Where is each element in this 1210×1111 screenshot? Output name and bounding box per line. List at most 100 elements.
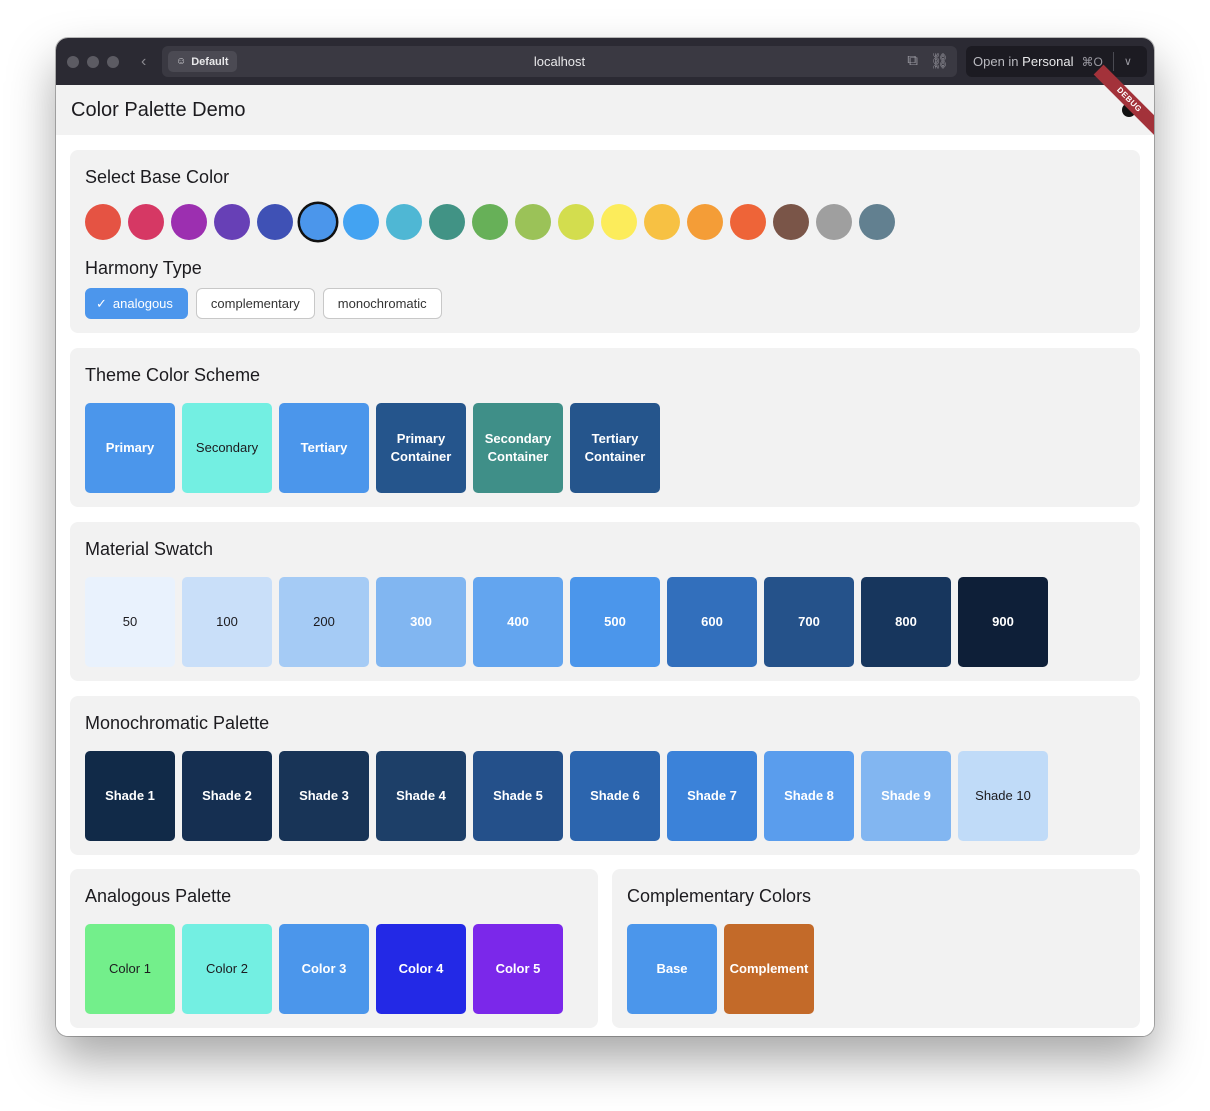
- color-tile-label: Color 1: [109, 961, 151, 976]
- analogous-tiles: Color 1 Color 2 Color 3 Color 4 Color 5: [85, 924, 563, 1014]
- material-swatch-card: Material Swatch 50 100 200 300 400 500 600 700 8…: [70, 522, 1140, 681]
- color-tile: 700: [764, 577, 854, 667]
- color-swatch-button[interactable]: [85, 204, 121, 240]
- color-tile-label: Shade 9: [881, 788, 931, 803]
- color-tile-label: 300: [410, 614, 432, 629]
- back-arrow-icon[interactable]: ‹: [141, 53, 155, 71]
- harmony-chip-complementary[interactable]: complementary: [195, 288, 315, 319]
- color-tile-label: Shade 5: [493, 788, 543, 803]
- color-swatch-button[interactable]: [171, 204, 207, 240]
- color-tile: Color 2: [182, 924, 272, 1014]
- harmony-heading: Harmony Type: [85, 258, 202, 278]
- color-tile-label: Shade 1: [105, 788, 155, 803]
- color-tile-label: Shade 2: [202, 788, 252, 803]
- color-tile-label: Color 2: [206, 961, 248, 976]
- close-window-button[interactable]: [67, 55, 79, 68]
- color-tile: 100: [182, 577, 272, 667]
- theme-scheme-card: Theme Color Scheme Primary Secondary Terti…: [70, 348, 1140, 507]
- theme-scheme-heading: Theme Color Scheme: [85, 365, 261, 385]
- color-tile: 500: [570, 577, 660, 667]
- color-tile: Tertiary: [279, 403, 369, 493]
- color-tile-label: Complement: [729, 961, 809, 976]
- maximize-window-button[interactable]: [107, 55, 119, 68]
- color-swatch-button[interactable]: [300, 204, 336, 240]
- material-swatch-tiles: 50 100 200 300 400 500 600 700 800 900: [85, 577, 1048, 667]
- color-swatch-button[interactable]: [429, 204, 465, 240]
- address-bar[interactable]: ☺ Default localhost ⧉ ⛓: [162, 46, 957, 77]
- color-tile: Color 4: [376, 924, 466, 1014]
- color-tile: 400: [473, 577, 563, 667]
- color-tile: Shade 3: [279, 751, 369, 841]
- color-tile: 200: [279, 577, 369, 667]
- color-swatch-button[interactable]: [257, 204, 293, 240]
- link-icon[interactable]: ⛓: [930, 52, 949, 70]
- color-tile: Shade 4: [376, 751, 466, 841]
- color-tile-label: Color 4: [398, 961, 444, 976]
- harmony-chip-label: monochromatic: [337, 296, 427, 311]
- color-swatch-button[interactable]: [343, 204, 379, 240]
- color-tile-label: 700: [798, 614, 820, 629]
- color-swatch-button[interactable]: [515, 204, 551, 240]
- color-tile: Shade 6: [570, 751, 660, 841]
- color-tile: Shade 7: [667, 751, 757, 841]
- color-swatch-button[interactable]: [558, 204, 594, 240]
- color-tile: Primary: [85, 403, 175, 493]
- color-tile: Shade 10: [958, 751, 1048, 841]
- color-swatch-button[interactable]: [214, 204, 250, 240]
- color-tile-label: Shade 10: [975, 788, 1031, 803]
- minimize-window-button[interactable]: [87, 55, 99, 68]
- analogous-card: Analogous Palette Color 1 Color 2 Color 3C…: [70, 869, 598, 1028]
- color-swatch-button[interactable]: [687, 204, 723, 240]
- monochromatic-tiles: Shade 1 Shade 2 Shade 3 Shade 4 Shade 5 Shade…: [85, 751, 1048, 841]
- color-tile-label: 500: [604, 614, 626, 629]
- divider: [1112, 52, 1114, 71]
- color-swatch-button[interactable]: [644, 204, 680, 240]
- complementary-heading: Complementary Colors: [627, 886, 812, 906]
- color-tile: Shade 2: [182, 751, 272, 841]
- color-tile: Primary Container: [376, 403, 466, 493]
- color-tile-label: Secondary Container: [484, 431, 552, 464]
- color-tile-label: Shade 8: [784, 788, 834, 803]
- color-tile-label: 600: [701, 614, 723, 629]
- color-swatch-button[interactable]: [472, 204, 508, 240]
- color-tile-label: 50: [122, 614, 138, 629]
- color-swatch-button[interactable]: [816, 204, 852, 240]
- complementary-tiles: Base Complement: [627, 924, 814, 1014]
- main-content: Select Base Color Harmony Type ✓ analogou…: [56, 135, 1154, 1036]
- open-in-button[interactable]: Open in Personal ⌘O ∨: [966, 46, 1147, 77]
- url-text: localhost: [533, 54, 586, 69]
- color-tile: 600: [667, 577, 757, 667]
- color-tile-label: Base: [656, 961, 688, 976]
- color-swatch-button[interactable]: [601, 204, 637, 240]
- harmony-chip-label: analogous: [112, 296, 173, 311]
- color-swatch-button[interactable]: [386, 204, 422, 240]
- app-bar: Color Palette Demo DEBUG: [56, 64, 1154, 136]
- color-tile: Shade 8: [764, 751, 854, 841]
- complementary-card: Complementary Colors Base Complement: [612, 869, 1140, 1028]
- color-tile-label: Secondary: [195, 440, 259, 455]
- color-tile-label: Color 3: [301, 961, 347, 976]
- color-tile-label: Tertiary: [300, 440, 348, 455]
- harmony-chip-analogous[interactable]: ✓ analogous: [85, 288, 188, 319]
- material-swatch-heading: Material Swatch: [85, 539, 214, 559]
- color-tile-label: Shade 3: [299, 788, 349, 803]
- color-tile-label: Color 5: [495, 961, 541, 976]
- color-tile-label: Shade 6: [590, 788, 640, 803]
- chevron-down-icon[interactable]: ∨: [1124, 55, 1132, 68]
- color-tile-label: 100: [216, 614, 238, 629]
- monochromatic-card: Monochromatic Palette Shade 1 Shade 2 Shad…: [70, 696, 1140, 855]
- color-tile: 50: [85, 577, 175, 667]
- window-controls: [67, 55, 119, 68]
- color-tile-label: 900: [992, 614, 1014, 629]
- color-swatch-button[interactable]: [128, 204, 164, 240]
- color-swatch-button[interactable]: [773, 204, 809, 240]
- color-tile-label: 400: [507, 614, 529, 629]
- color-swatch-button[interactable]: [730, 204, 766, 240]
- harmony-chip-monochromatic[interactable]: monochromatic: [322, 288, 442, 319]
- color-tile: Color 3: [279, 924, 369, 1014]
- color-swatch-button[interactable]: [859, 204, 895, 240]
- extension-icon[interactable]: ⧉: [907, 52, 918, 70]
- color-tile-label: Tertiary Container: [584, 431, 646, 464]
- color-tile: Secondary Container: [473, 403, 563, 493]
- color-tile-label: Primary Container: [390, 431, 452, 464]
